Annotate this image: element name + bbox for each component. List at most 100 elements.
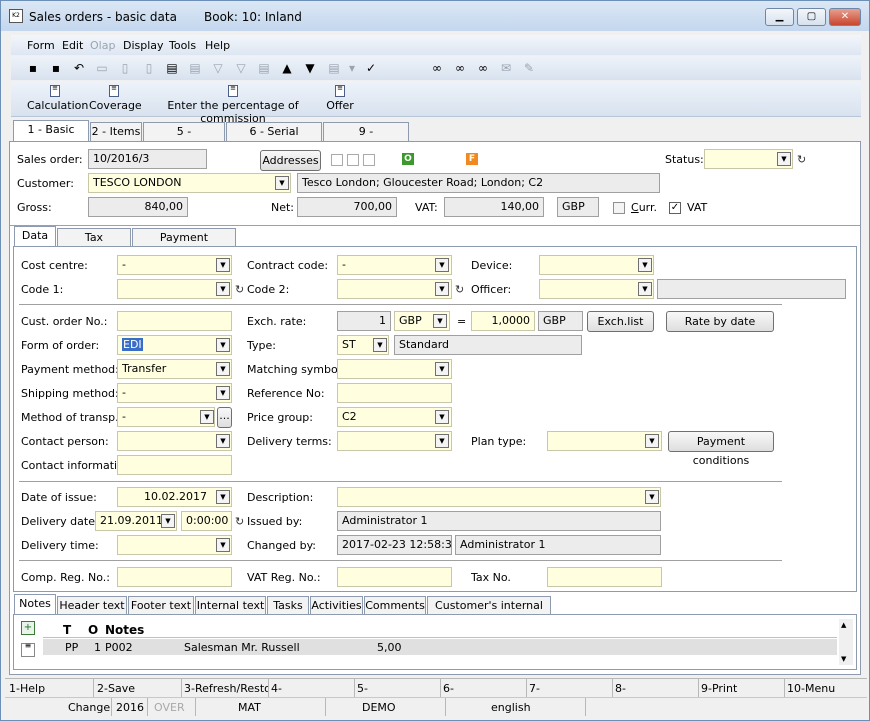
tab-customers-internal-text[interactable]: Customer's internal text (427, 596, 551, 630)
arrow-down-icon[interactable]: ▼ (302, 60, 318, 76)
code1-dropdown[interactable]: ▼ (216, 282, 230, 296)
paste-icon[interactable]: ▤ (164, 60, 180, 76)
officer-field[interactable] (539, 279, 654, 299)
fkey-8[interactable]: 8- (615, 682, 626, 695)
type-dropdown[interactable]: ▼ (373, 338, 387, 352)
fkey-4[interactable]: 4- (271, 682, 282, 695)
menu-display[interactable]: Display (123, 39, 164, 52)
matching-symbol-dropdown[interactable]: ▼ (435, 362, 449, 376)
form-of-order-dropdown[interactable]: ▼ (216, 338, 230, 352)
delivery-terms-dropdown[interactable]: ▼ (435, 434, 449, 448)
vat-reg-field[interactable] (337, 567, 452, 587)
code2-dropdown[interactable]: ▼ (435, 282, 449, 296)
history-icon[interactable]: ↻ (235, 283, 244, 296)
tab-internal-text[interactable]: Internal text (195, 596, 266, 616)
price-group-dropdown[interactable]: ▼ (435, 410, 449, 424)
menu-tools[interactable]: Tools (169, 39, 196, 52)
transp-dropdown[interactable]: ▼ (200, 410, 214, 424)
menu-edit[interactable]: Edit (62, 39, 83, 52)
exch-currency-dropdown[interactable]: ▼ (433, 314, 447, 328)
date-issue-dropdown[interactable]: ▼ (216, 490, 230, 504)
fkey-6[interactable]: 6- (443, 682, 454, 695)
vat-checkbox[interactable]: ✓ (669, 202, 681, 214)
tax-no-field[interactable] (547, 567, 662, 587)
transp-ellipsis-button[interactable]: ... (217, 407, 232, 428)
tab-attachments[interactable]: 9 - Attachments (323, 122, 409, 156)
delivery-time-field[interactable] (117, 535, 232, 555)
save-close-icon[interactable]: ▪ (48, 60, 64, 76)
fkey-print[interactable]: 9-Print (701, 682, 737, 695)
date-issue-field[interactable]: 10.02.2017 (117, 487, 232, 507)
close-button[interactable]: ✕ (829, 8, 861, 26)
tab-documents[interactable]: 5 - Documents (143, 122, 225, 156)
tab-basic-data[interactable]: 1 - Basic data (13, 120, 89, 154)
tab-comments[interactable]: Comments (364, 596, 426, 616)
tab-serial-numbers[interactable]: 6 - Serial numbers (226, 122, 322, 156)
comp-reg-field[interactable] (117, 567, 232, 587)
contact-person-dropdown[interactable]: ▼ (216, 434, 230, 448)
fkey-7[interactable]: 7- (529, 682, 540, 695)
tab-data[interactable]: Data (14, 226, 56, 248)
tab-header-text[interactable]: Header text (57, 596, 127, 616)
save-icon[interactable]: ▪ (25, 60, 41, 76)
minimize-button[interactable]: ▁ (765, 8, 794, 26)
history-icon[interactable]: ↻ (797, 153, 806, 166)
scroll-down-icon[interactable]: ▼ (841, 655, 846, 663)
description-field[interactable] (337, 487, 661, 507)
payment-method-field[interactable]: Transfer (117, 359, 232, 379)
officer-dropdown[interactable]: ▼ (638, 282, 652, 296)
customer-field[interactable]: TESCO LONDON (88, 173, 291, 193)
find-next-icon[interactable]: ∞ (452, 60, 468, 76)
cust-order-field[interactable] (117, 311, 232, 331)
undo-icon[interactable]: ↶ (71, 60, 87, 76)
tab-payment-conditions[interactable]: Payment conditions (132, 228, 236, 262)
tab-tasks[interactable]: Tasks (267, 596, 309, 616)
menu-help[interactable]: Help (205, 39, 230, 52)
curr-checkbox[interactable] (613, 202, 625, 214)
calculation-button[interactable]: ≡ Calculation (27, 85, 88, 113)
coverage-button[interactable]: ≡ Coverage (89, 85, 142, 113)
contact-person-field[interactable] (117, 431, 232, 451)
history-icon[interactable]: ↻ (235, 515, 244, 528)
cost-centre-field[interactable]: - (117, 255, 232, 275)
contact-info-field[interactable] (117, 455, 232, 475)
shipping-method-dropdown[interactable]: ▼ (216, 386, 230, 400)
fkey-help[interactable]: 1-Help (9, 682, 45, 695)
binoculars-icon[interactable]: ∞ (429, 60, 445, 76)
exch-value-field[interactable]: 1,0000 (471, 311, 535, 331)
tab-footer-text[interactable]: Footer text (128, 596, 194, 616)
table-row[interactable]: PP 1 P002 Salesman Mr. Russell 5,00 (43, 639, 837, 655)
delivery-time-value-field[interactable]: 0:00:00 (181, 511, 232, 531)
tab-notes[interactable]: Notes (14, 594, 56, 616)
code1-field[interactable] (117, 279, 232, 299)
fkey-save[interactable]: 2-Save (97, 682, 135, 695)
offer-button[interactable]: ≡ Offer (325, 85, 355, 113)
notes-scrollbar[interactable]: ▲ ▼ (839, 619, 853, 665)
shipping-method-field[interactable]: - (117, 383, 232, 403)
scroll-up-icon[interactable]: ▲ (841, 621, 846, 629)
arrow-up-icon[interactable]: ▲ (279, 60, 295, 76)
tab-activities[interactable]: Activities (310, 596, 363, 616)
status-dropdown[interactable]: ▼ (777, 152, 791, 166)
tab-tax-summary[interactable]: Tax summary (57, 228, 131, 262)
checkmark-icon[interactable]: ✓ (363, 60, 379, 76)
find-all-icon[interactable]: ∞ (475, 60, 491, 76)
description-dropdown[interactable]: ▼ (645, 490, 659, 504)
device-dropdown[interactable]: ▼ (638, 258, 652, 272)
fkey-5[interactable]: 5- (357, 682, 368, 695)
device-field[interactable] (539, 255, 654, 275)
tab-items[interactable]: 2 - Items (90, 122, 142, 142)
addresses-button[interactable]: Addresses (260, 150, 321, 171)
customer-dropdown[interactable]: ▼ (275, 176, 289, 190)
menu-form[interactable]: Form (27, 39, 55, 52)
sales-order-field[interactable]: 10/2016/3 (88, 149, 207, 169)
exch-list-button[interactable]: Exch.list (587, 311, 654, 332)
form-of-order-field[interactable]: EDI (117, 335, 232, 355)
history-icon[interactable]: ↻ (455, 283, 464, 296)
reference-field[interactable] (337, 383, 452, 403)
add-note-icon[interactable]: + (21, 621, 35, 635)
note-document-icon[interactable]: ≡ (21, 642, 35, 657)
payment-method-dropdown[interactable]: ▼ (216, 362, 230, 376)
commission-button[interactable]: ≡ Enter the percentage of commission (147, 85, 319, 126)
plan-type-dropdown[interactable]: ▼ (645, 434, 659, 448)
